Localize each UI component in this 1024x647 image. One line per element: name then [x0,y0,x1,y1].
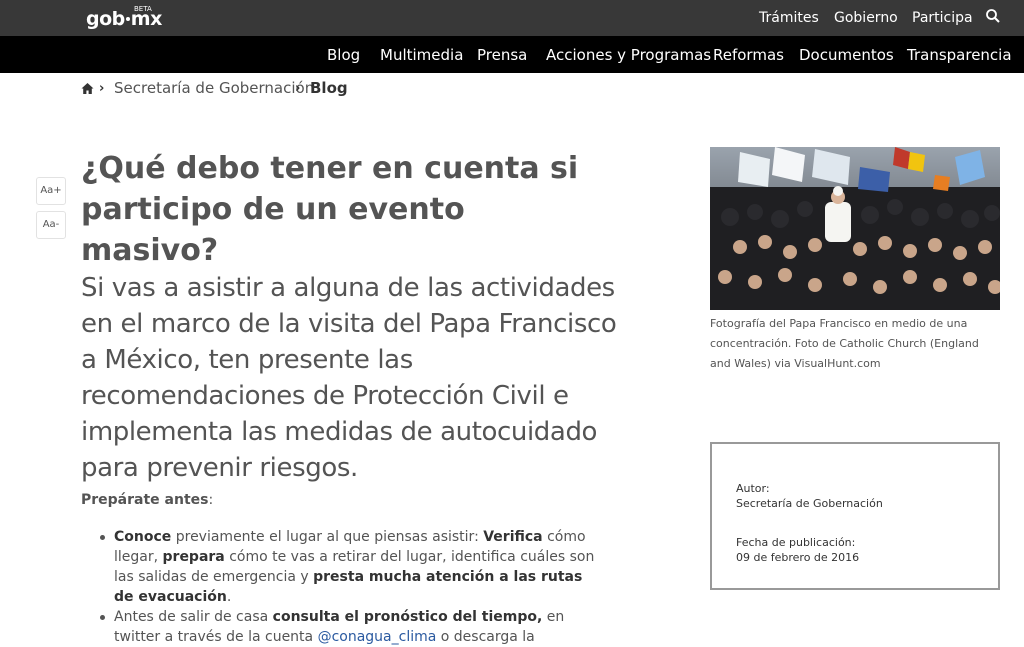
nav-item-transparencia[interactable]: Transparencia [907,46,1012,64]
bullet-text: . [226,589,232,605]
nav-item-multimedia[interactable]: Multimedia [380,46,463,64]
nav-item-reformas[interactable]: Reformas [713,46,784,64]
prep-heading-bold: Prepárate antes [81,492,209,508]
top-link-gobierno[interactable]: Gobierno [834,10,898,26]
list-item: Antes de salir de casa consulta el pronó… [98,607,598,647]
list-item: Conoce previamente el lugar al que piens… [98,527,598,607]
bullet-text: previamente el lugar al que piensas asis… [171,529,484,545]
prep-heading: Prepárate antes: [81,492,213,508]
nav-item-acciones[interactable]: Acciones y Programas [546,46,711,64]
main-nav: Blog Multimedia Prensa Acciones y Progra… [0,36,1024,73]
pope-crowd-photo [710,147,1000,310]
breadcrumb-link[interactable]: Secretaría de Gobernación [114,79,314,97]
breadcrumb-chevron-icon: › [99,81,105,96]
top-link-tramites[interactable]: Trámites [759,10,819,26]
author-value: Secretaría de Gobernación [736,497,883,510]
date-label: Fecha de publicación: [736,536,856,549]
font-decrease-button[interactable]: Aa- [36,211,66,239]
recommendations-list: Conoce previamente el lugar al que piens… [98,527,598,647]
bullet-text: Antes de salir de casa [114,609,273,625]
nav-item-documentos[interactable]: Documentos [799,46,894,64]
photo-caption: Fotografía del Papa Francisco en medio d… [710,317,979,370]
nav-item-blog[interactable]: Blog [327,46,360,64]
article-lead: Si vas a asistir a alguna de las activid… [81,273,617,483]
logo-prefix: gob [86,8,125,30]
beta-badge: BETA [134,5,152,13]
author-label: Autor: [736,482,770,495]
search-icon[interactable] [985,8,1001,24]
article-title: ¿Qué debo tener en cuenta si participo d… [81,151,579,268]
bullet-bold: prepara [162,549,225,565]
breadcrumb-current: Blog [310,79,348,97]
bullet-bold: Conoce [114,529,172,545]
prep-heading-colon: : [208,492,214,508]
logo-dot [125,17,130,21]
article-meta-box: Autor: Secretaría de Gobernación Fecha d… [710,442,1000,590]
home-icon[interactable] [81,82,94,95]
bullet-bold: Verifica [483,529,543,545]
bullet-bold: consulta el pronóstico del tiempo, [272,609,543,625]
date-value: 09 de febrero de 2016 [736,551,860,564]
top-link-participa[interactable]: Participa [912,10,973,26]
nav-item-prensa[interactable]: Prensa [477,46,527,64]
top-bar: gob mx BETA Trámites Gobierno Participa [0,0,1024,36]
breadcrumb-chevron-icon: › [295,81,301,96]
twitter-link[interactable]: @conagua_clima [318,629,437,645]
font-increase-button[interactable]: Aa+ [36,177,66,205]
